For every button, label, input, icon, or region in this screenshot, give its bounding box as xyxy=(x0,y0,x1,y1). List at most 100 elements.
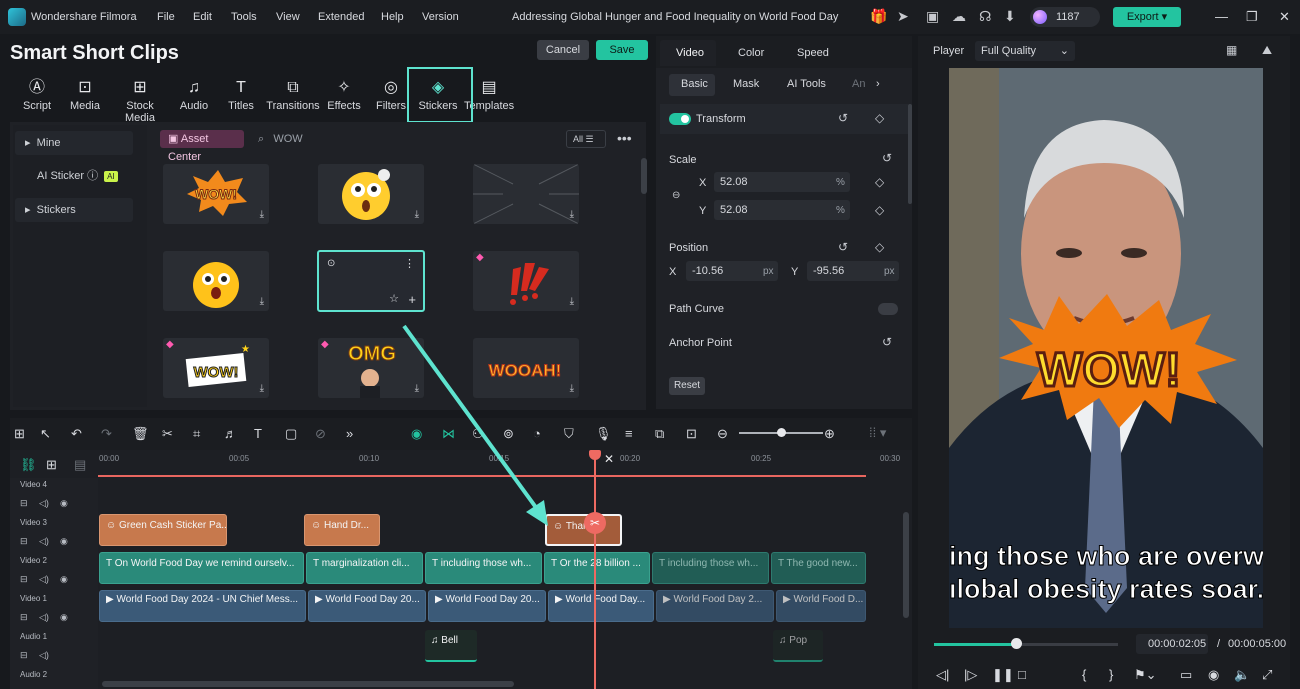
sticker-card[interactable]: ◆ OMG ⤓ xyxy=(318,338,424,398)
mic-icon[interactable]: 🎙 xyxy=(595,426,612,442)
minimize-icon[interactable]: — xyxy=(1215,9,1228,24)
tool-audio[interactable]: ♫ Audio xyxy=(176,74,212,118)
tool-titles[interactable]: T Titles xyxy=(224,74,258,118)
tab-video[interactable]: Video xyxy=(676,47,704,59)
color-match-icon[interactable]: ⊘ xyxy=(315,426,326,442)
prev-frame-icon[interactable]: ◁| xyxy=(936,667,949,683)
headset-icon[interactable]: ☊ xyxy=(979,8,991,25)
menu-version[interactable]: Version xyxy=(422,11,459,23)
clip-audio[interactable]: ♫ Pop xyxy=(773,630,823,662)
zoom-slider-knob[interactable] xyxy=(777,428,786,437)
asset-center-button[interactable]: ▣ Asset Center xyxy=(160,130,244,163)
split-icon[interactable]: ✂ xyxy=(162,426,173,442)
speaker-icon[interactable]: ◁) xyxy=(39,612,49,623)
add-icon[interactable]: + xyxy=(408,292,416,307)
tool-media[interactable]: ⊡ Media xyxy=(66,74,104,118)
snapshot-icon[interactable]: ◉ xyxy=(1208,667,1219,683)
menu-extended[interactable]: Extended xyxy=(318,11,364,23)
clip-video[interactable]: ▶ World Food Day 20... xyxy=(308,590,426,622)
current-time[interactable]: 00:00:02:05 xyxy=(1148,638,1206,650)
cancel-button[interactable]: Cancel xyxy=(537,40,589,60)
download-icon[interactable]: ⤓ xyxy=(415,383,419,394)
add-track-icon[interactable]: ⊞ xyxy=(46,457,57,473)
crop-icon[interactable]: ⌗ xyxy=(193,426,200,442)
snap-icon[interactable]: ⋈ xyxy=(442,426,455,442)
playback-scrubber[interactable] xyxy=(1011,638,1022,649)
gift-icon[interactable]: 🎁 xyxy=(870,8,887,25)
menu-view[interactable]: View xyxy=(276,11,300,23)
filter-dropdown[interactable]: All ☰ xyxy=(566,130,606,148)
motion-track-icon[interactable]: ⊚ xyxy=(503,426,514,442)
lock-icon[interactable]: ⊟ xyxy=(20,574,28,585)
subtab-animation[interactable]: An xyxy=(852,72,865,96)
scale-y-field[interactable]: 52.08 xyxy=(714,200,850,220)
save-button[interactable]: Save xyxy=(596,40,648,60)
redo-icon[interactable]: ↷ xyxy=(101,426,112,442)
cloud-icon[interactable]: ☁ xyxy=(952,8,966,25)
path-curve-toggle[interactable] xyxy=(878,303,898,315)
properties-scrollbar[interactable] xyxy=(908,104,912,204)
clip-title[interactable]: T The good new... xyxy=(771,552,866,584)
clip-sticker[interactable]: ☺ Green Cash Sticker Pa... xyxy=(99,514,227,546)
download-icon[interactable]: ⤓ xyxy=(260,296,264,307)
quality-dropdown[interactable]: Full Quality ⌄ xyxy=(975,41,1075,61)
subtab-ai-tools[interactable]: AI Tools xyxy=(787,72,826,96)
clip-title[interactable]: T On World Food Day we remind ourselv... xyxy=(99,552,304,584)
zoom-out-icon[interactable]: ⊖ xyxy=(717,426,728,442)
select-tool-icon[interactable]: ↖ xyxy=(40,426,51,442)
mark-in-icon[interactable]: { xyxy=(1082,667,1086,682)
tab-color[interactable]: Color xyxy=(738,47,764,59)
lock-icon[interactable]: ⊟ xyxy=(20,650,28,661)
reset-icon[interactable]: ↺ xyxy=(838,111,848,125)
ai-mode-icon[interactable]: ◉ xyxy=(411,426,422,442)
layout-icon[interactable]: ▣ xyxy=(926,8,939,25)
more-options-icon[interactable]: ••• xyxy=(617,130,632,146)
speaker-icon[interactable]: ◁) xyxy=(39,498,49,509)
reset-button[interactable]: Reset xyxy=(669,377,705,395)
tab-speed[interactable]: Speed xyxy=(797,47,829,59)
speaker-icon[interactable]: ◁) xyxy=(39,536,49,547)
lock-icon[interactable]: ⊟ xyxy=(20,498,28,509)
timeline-horizontal-scrollbar[interactable] xyxy=(102,681,514,687)
keyframe-icon[interactable]: ◇ xyxy=(875,203,884,217)
timeline-settings-icon[interactable]: ⁞⁞ ▾ xyxy=(869,425,886,441)
shield-icon[interactable]: ⛉ xyxy=(564,426,574,442)
sticker-card[interactable]: ⤓ xyxy=(473,164,579,224)
link-clips-icon[interactable]: ⛓ xyxy=(20,457,37,473)
library-scrollbar[interactable] xyxy=(641,158,647,194)
stop-icon[interactable]: □ xyxy=(1018,667,1026,682)
sticker-card[interactable]: ◆ ⤓ xyxy=(473,251,579,311)
zoom-in-icon[interactable]: ⊕ xyxy=(824,426,835,442)
tool-filters[interactable]: ◎ Filters xyxy=(374,74,408,118)
download-icon[interactable]: ⤓ xyxy=(260,209,264,220)
clip-audio[interactable]: ♫ Bell xyxy=(425,630,477,662)
keyframe-icon[interactable]: ◇ xyxy=(875,175,884,189)
text-tool-icon[interactable]: T xyxy=(254,426,262,441)
marker-icon[interactable]: ⚑⌄ xyxy=(1134,667,1157,683)
speaker-icon[interactable]: ◁) xyxy=(39,650,49,661)
scopes-icon[interactable]: ⛰ xyxy=(1262,43,1272,58)
reset-icon[interactable]: ↺ xyxy=(882,151,892,165)
video-preview[interactable]: WOW! ing those who are overw ılobal obes… xyxy=(949,68,1263,628)
menu-file[interactable]: File xyxy=(157,11,175,23)
media-replace-icon[interactable]: ⧉ xyxy=(655,426,664,442)
clip-title[interactable]: T including those wh... xyxy=(652,552,769,584)
lock-icon[interactable]: ⊟ xyxy=(20,536,28,547)
clip-title[interactable]: T including those wh... xyxy=(425,552,542,584)
delete-icon[interactable]: 🗑 xyxy=(132,426,149,442)
download-icon[interactable]: ⬇ xyxy=(1004,8,1016,25)
sticker-card[interactable]: WOW! ⤓ xyxy=(163,164,269,224)
layout-grid-icon[interactable]: ⊞ xyxy=(14,426,25,442)
close-icon[interactable]: ✕ xyxy=(1279,9,1290,25)
speed-icon[interactable]: ◔ xyxy=(533,426,541,441)
lock-icon[interactable]: ⊖ xyxy=(672,190,680,201)
sticker-card[interactable]: ◆ WOW! ★ ⤓ xyxy=(163,338,269,398)
close-icon[interactable]: ✕ xyxy=(604,452,614,466)
search-input[interactable]: ⌕ WOW xyxy=(258,133,303,146)
subtab-basic[interactable]: Basic xyxy=(681,72,708,96)
audio-edit-icon[interactable]: ♬ xyxy=(224,426,237,441)
timeline-vertical-scrollbar[interactable] xyxy=(903,512,909,618)
credits-badge[interactable]: 1187 xyxy=(1030,7,1100,27)
scale-x-field[interactable]: 52.08 xyxy=(714,172,850,192)
audio-mixer-icon[interactable]: ≡ xyxy=(625,426,633,441)
